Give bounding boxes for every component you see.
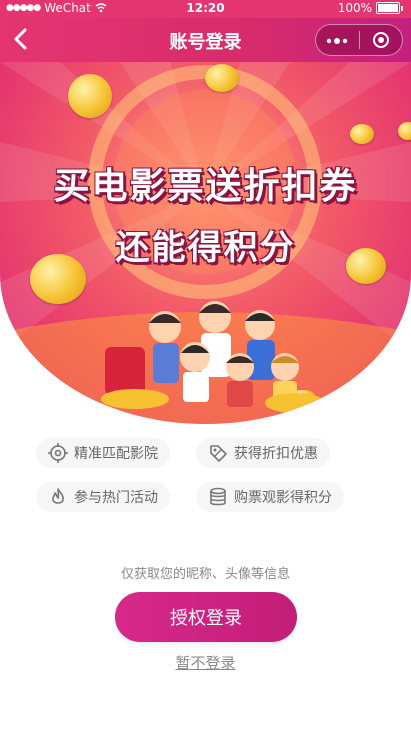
gold-coin-icon — [350, 124, 374, 144]
feature-item: 参与热门活动 — [36, 482, 170, 512]
tag-icon — [210, 445, 227, 462]
feature-item: 购票观影得积分 — [196, 482, 344, 512]
gold-coin-icon — [398, 122, 411, 140]
nav-bar: 账号登录 — [0, 18, 411, 62]
skip-login-label[interactable]: 暂不登录 — [175, 654, 235, 672]
gold-coin-icon — [205, 64, 239, 92]
feature-label: 购票观影得积分 — [234, 490, 332, 506]
gold-coin-icon — [68, 74, 112, 118]
feature-label: 获得折扣优惠 — [234, 446, 318, 462]
status-bar: ●●●●● WeChat 12:20 100% — [0, 0, 411, 18]
skip-login-link[interactable]: 暂不登录 — [0, 652, 411, 673]
close-button[interactable] — [360, 32, 403, 48]
more-dots-icon — [327, 38, 348, 44]
flame-icon — [52, 488, 64, 504]
close-circle-icon — [372, 32, 389, 48]
feature-item: 精准匹配影院 — [36, 438, 170, 468]
mini-program-capsule — [315, 24, 403, 56]
authorize-login-button[interactable]: 授权登录 — [115, 592, 297, 642]
more-button[interactable] — [316, 31, 359, 49]
location-target-icon — [48, 443, 68, 463]
feature-list: 精准匹配影院 获得折扣优惠 参与热门活动 购票观影得积分 — [0, 424, 411, 530]
promo-banner: 买电影票送折扣券 还能得积分 — [0, 62, 411, 424]
cheering-people-illustration — [101, 301, 325, 413]
coin-stack-icon — [210, 487, 226, 506]
feature-label: 参与热门活动 — [74, 490, 158, 506]
feature-item: 获得折扣优惠 — [196, 438, 330, 468]
auth-hint: 仅获取您的昵称、头像等信息 — [120, 567, 290, 582]
battery-icon — [376, 2, 400, 14]
feature-label: 精准匹配影院 — [74, 446, 158, 462]
battery-percent: 100% — [337, 1, 372, 15]
banner-headline: 买电影票送折扣券 — [53, 166, 358, 207]
banner-subheadline: 还能得积分 — [115, 228, 296, 268]
